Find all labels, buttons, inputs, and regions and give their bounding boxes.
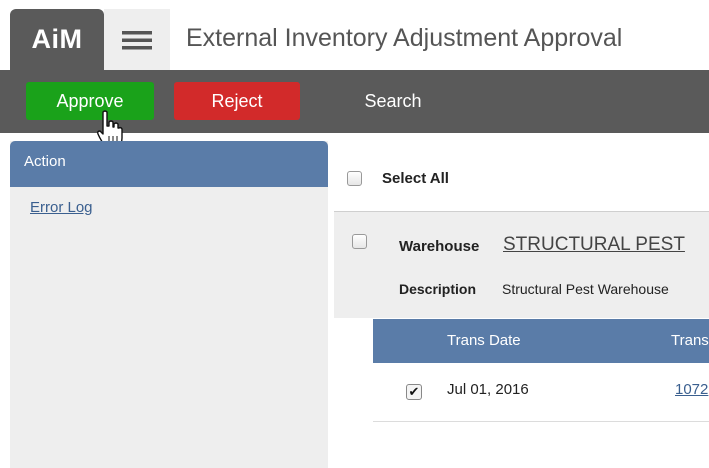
table-row: ✔ Jul 01, 2016 1072 xyxy=(373,363,709,422)
row-checkbox[interactable]: ✔ xyxy=(406,384,422,400)
column-header-trans[interactable]: Trans xyxy=(671,332,709,349)
aim-logo[interactable]: AiM xyxy=(10,9,104,70)
page-title: External Inventory Adjustment Approval xyxy=(186,24,623,52)
hamburger-menu-icon xyxy=(122,30,152,49)
select-all-row: Select All xyxy=(334,160,709,196)
action-sidebar: Action Error Log xyxy=(10,141,328,468)
transactions-table-header: Trans Date Trans xyxy=(373,319,709,363)
description-value: Structural Pest Warehouse xyxy=(502,281,669,297)
error-log-link[interactable]: Error Log xyxy=(30,199,93,216)
warehouse-label: Warehouse xyxy=(399,238,480,255)
warehouse-group: Warehouse STRUCTURAL PEST Description St… xyxy=(334,211,709,318)
trans-number-link[interactable]: 1072 xyxy=(675,381,708,398)
app-header: AiM External Inventory Adjustment Approv… xyxy=(0,0,709,70)
reject-button[interactable]: Reject xyxy=(174,82,300,120)
menu-button[interactable] xyxy=(104,9,170,70)
warehouse-link[interactable]: STRUCTURAL PEST xyxy=(503,234,685,256)
column-header-trans-date[interactable]: Trans Date xyxy=(447,332,521,349)
trans-date-cell: Jul 01, 2016 xyxy=(447,381,529,398)
select-all-label: Select All xyxy=(382,169,449,187)
search-button[interactable]: Search xyxy=(348,82,438,120)
warehouse-checkbox[interactable] xyxy=(352,234,367,249)
approve-button[interactable]: Approve xyxy=(26,82,154,120)
description-label: Description xyxy=(399,281,477,297)
sidebar-header: Action xyxy=(10,141,328,187)
select-all-checkbox[interactable] xyxy=(347,170,362,186)
